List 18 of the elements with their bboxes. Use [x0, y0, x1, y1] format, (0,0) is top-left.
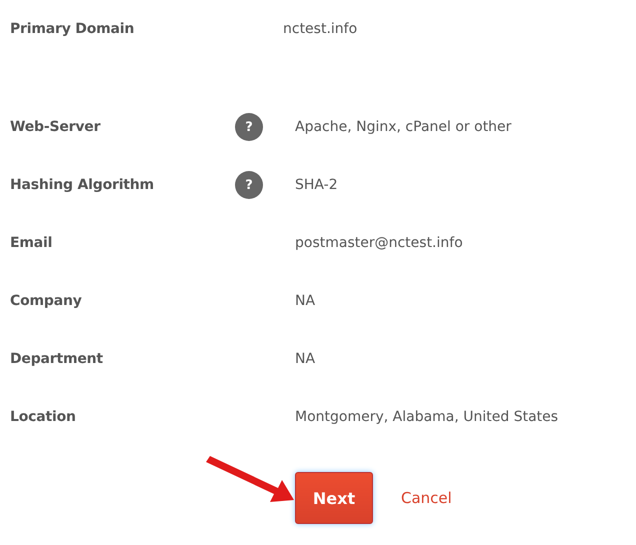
cancel-link[interactable]: Cancel [401, 489, 452, 507]
field-value: Montgomery, Alabama, United States [295, 409, 558, 425]
field-label: Web-Server [10, 119, 102, 135]
field-value: NA [295, 293, 316, 309]
field-label: Hashing Algorithm [10, 177, 155, 193]
field-value: NA [295, 351, 316, 367]
field-label: Email [10, 235, 54, 251]
field-value: postmaster@nctest.info [295, 235, 463, 251]
field-value: SHA-2 [295, 177, 338, 193]
help-icon[interactable]: ? [235, 171, 263, 199]
field-label: Company [10, 293, 83, 309]
field-label: Primary Domain [10, 21, 136, 37]
field-value: nctest.info [283, 21, 358, 37]
field-label: Location [10, 409, 77, 425]
field-label: Department [10, 351, 104, 367]
next-button[interactable]: Next [295, 472, 373, 524]
help-icon[interactable]: ? [235, 113, 263, 141]
field-value: Apache, Nginx, cPanel or other [295, 119, 512, 135]
